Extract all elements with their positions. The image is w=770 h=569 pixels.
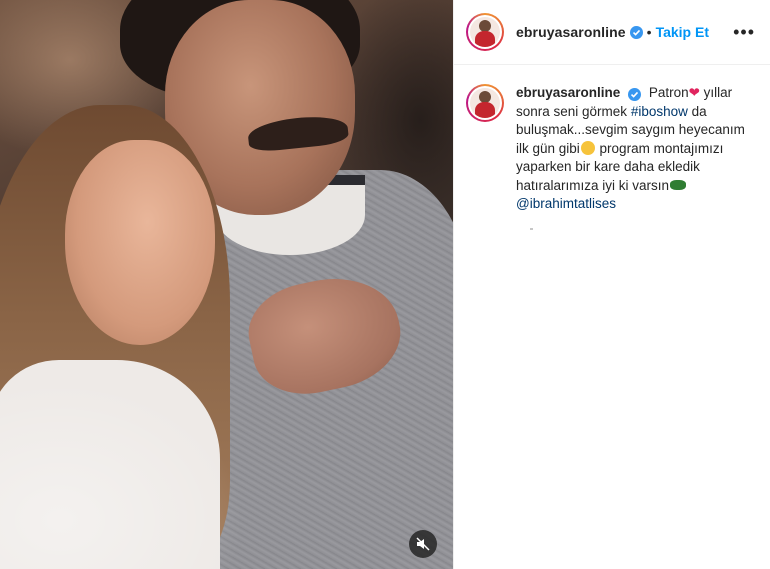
caption-avatar[interactable] [466,84,504,122]
header-avatar[interactable] [466,13,504,51]
smiling-face-emoji-icon [580,140,595,155]
verified-badge-icon [629,25,643,39]
caption-username-link[interactable]: ebruyasaronline [516,85,620,100]
header-username-link[interactable]: ebruyasaronline [516,24,626,40]
avatar-body [475,102,495,118]
more-options-icon[interactable]: ••• [733,23,755,41]
avatar-frame [468,86,502,120]
caption-comment: ebruyasaronline Patron❤ yıllar sonra sen… [466,84,761,214]
heart-emoji-icon: ❤ [688,85,700,100]
caption-segment-1: Patron [648,85,689,100]
post-sidebar: ebruyasaronline • Takip Et ••• ebruyasar… [453,0,770,569]
avatar-image [470,88,500,118]
caption-text: ebruyasaronline Patron❤ yıllar sonra sen… [516,84,761,214]
verified-badge-icon [628,88,642,101]
faint-mark [530,228,533,230]
speaker-muted-icon [416,537,430,551]
post-header: ebruyasaronline • Takip Et ••• [454,0,770,65]
header-separator: • [646,24,652,40]
green-emoji-icon [670,179,687,190]
avatar-image [470,17,500,47]
post-media[interactable] [0,0,453,569]
hashtag-link[interactable]: #iboshow [631,104,688,119]
avatar-body [475,31,495,47]
mute-button[interactable] [409,530,437,558]
avatar-frame [468,15,502,49]
media-light-glow [0,0,453,569]
follow-button[interactable]: Takip Et [656,24,709,40]
mention-link[interactable]: @ibrahimtatlises [516,196,616,211]
